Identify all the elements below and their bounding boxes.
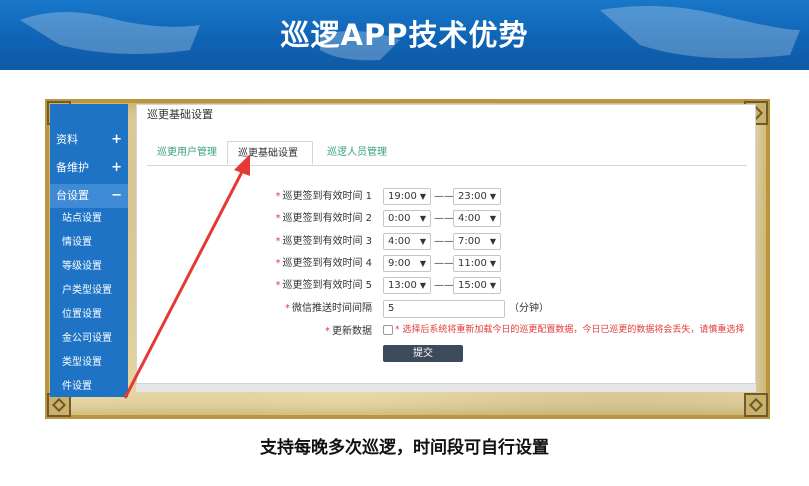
red-arrow-annotation (123, 154, 250, 399)
slide-caption: 支持每晚多次巡逻，时间段可自行设置 (260, 438, 549, 458)
